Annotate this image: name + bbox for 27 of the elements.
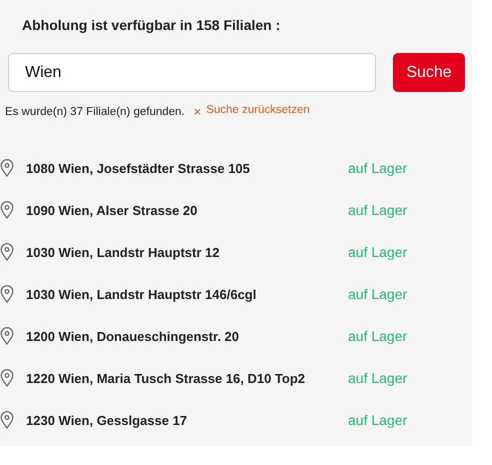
stock-status: auf Lager	[348, 286, 408, 302]
location-pin-icon	[0, 410, 14, 428]
stock-status: auf Lager	[348, 244, 408, 260]
pickup-heading: Abholung ist verfügbar in 158 Filialen :	[21, 16, 282, 35]
search-field[interactable]: Wien	[8, 53, 376, 92]
store-address: 1230 Wien, Gesslgasse 17	[26, 412, 188, 428]
stock-status: auf Lager	[348, 202, 408, 218]
store-address: 1030 Wien, Landstr Hauptstr 12	[26, 244, 220, 260]
store-address: 1030 Wien, Landstr Hauptstr 146/6cgl	[26, 286, 258, 302]
stock-status: auf Lager	[348, 370, 408, 386]
stock-status: auf Lager	[348, 160, 408, 176]
stock-status: auf Lager	[348, 412, 408, 428]
reset-search-link[interactable]: Suche zurücksetzen	[206, 104, 310, 119]
store-address: 1200 Wien, Donaueschingenstr. 20	[26, 328, 240, 344]
location-pin-icon	[0, 200, 14, 218]
location-pin-icon	[0, 158, 14, 176]
location-pin-icon	[0, 368, 14, 386]
store-address: 1090 Wien, Alser Strasse 20	[26, 202, 198, 218]
location-pin-icon	[0, 326, 14, 344]
location-pin-icon	[0, 242, 14, 260]
store-address: 1080 Wien, Josefstädter Strasse 105	[26, 160, 251, 176]
stock-status: auf Lager	[348, 328, 408, 344]
location-pin-icon	[0, 284, 14, 302]
close-icon[interactable]: ×	[194, 104, 202, 119]
result-count-text: Es wurde(n) 37 Filiale(n) gefunden.	[5, 106, 185, 118]
search-button[interactable]: Suche	[393, 53, 465, 92]
store-address: 1220 Wien, Maria Tusch Strasse 16, D10 Top2	[26, 370, 306, 386]
